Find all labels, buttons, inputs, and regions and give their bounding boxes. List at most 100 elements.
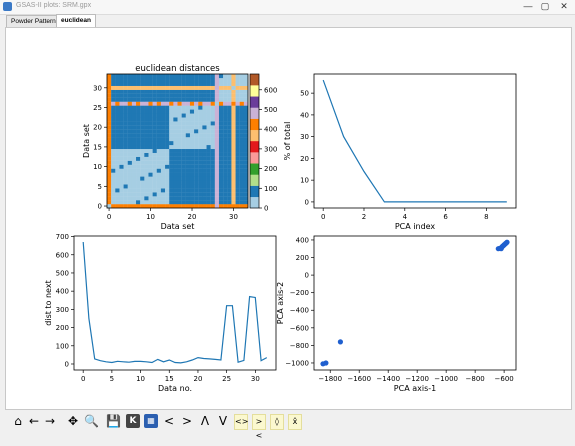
heatmap-cell [239, 168, 245, 173]
heatmap-cell [119, 176, 124, 181]
k-icon[interactable]: K [126, 414, 140, 428]
x-tick-label: 10 [146, 213, 155, 221]
shift-left-icon[interactable]: < [162, 414, 176, 428]
back-icon[interactable]: ← [27, 414, 41, 428]
colorbar-tick-label: 500 [264, 106, 277, 114]
maximize-icon[interactable]: ▢ [537, 1, 553, 12]
heatmap-cell [177, 101, 182, 106]
heatmap-cell [235, 113, 240, 118]
heatmap-cell [239, 176, 245, 181]
heatmap-cell [181, 156, 186, 161]
heatmap-cell [239, 97, 245, 102]
heatmap-cell [210, 129, 215, 134]
heatmap-cell [185, 133, 191, 138]
heatmap-cell [198, 152, 203, 157]
heatmap-cell [218, 137, 224, 142]
heatmap-cell [156, 81, 162, 86]
heatmap-cell [227, 105, 232, 110]
heatmap-cell [156, 156, 162, 161]
heatmap-cell [144, 105, 149, 110]
heatmap-cell [144, 137, 149, 142]
heatmap-cell [223, 180, 228, 185]
y-tick-label: 10 [300, 177, 309, 185]
minimize-icon[interactable]: — [520, 1, 536, 12]
heatmap-cell [160, 93, 166, 98]
heatmap-cell [214, 192, 220, 197]
image-icon[interactable]: ▦ [144, 414, 158, 428]
heatmap-cell [169, 172, 174, 177]
heatmap-cell [239, 204, 245, 209]
heatmap-cell [239, 113, 245, 118]
y-tick-label: 100 [56, 342, 69, 350]
heatmap-cell [218, 133, 224, 138]
heatmap-cell [185, 180, 191, 185]
heatmap-cell [165, 180, 170, 185]
save-icon[interactable]: 💾 [106, 414, 121, 428]
heatmap-cell [243, 93, 249, 98]
heatmap-cell [202, 164, 207, 169]
shift-down-icon[interactable]: V [216, 414, 230, 428]
heatmap-cell [214, 81, 220, 86]
heatmap-cell [198, 121, 203, 126]
heatmap-cell [107, 204, 112, 209]
heatmap-cell [111, 117, 116, 122]
heatmap-cell [177, 176, 182, 181]
heatmap-cell [206, 164, 211, 169]
heatmap-cell [136, 113, 141, 118]
zoom-icon[interactable]: 🔍 [84, 414, 99, 428]
heatmap-cell [185, 89, 191, 94]
pan-icon[interactable]: ✥ [66, 414, 80, 428]
heatmap-cell [223, 81, 228, 86]
expand-x-icon[interactable]: <> [234, 414, 248, 430]
heatmap-cell [231, 113, 236, 118]
shrink-x-icon[interactable]: >< [252, 414, 266, 440]
heatmap-cell [189, 156, 195, 161]
heatmap-cell [235, 192, 240, 197]
heatmap-cell [160, 152, 166, 157]
close-icon[interactable]: ✕ [556, 1, 572, 12]
heatmap-cell [235, 176, 240, 181]
heatmap-cell [210, 81, 215, 86]
heatmap-cell [165, 148, 170, 153]
home-icon[interactable]: ⌂ [11, 414, 25, 428]
heatmap-cell [218, 117, 224, 122]
heatmap-cell [156, 141, 162, 146]
shrink-y-icon[interactable]: x̂ [288, 414, 302, 430]
heatmap-cell [140, 144, 145, 150]
heatmap-cell [169, 85, 174, 90]
shift-up-icon[interactable]: Λ [198, 414, 212, 428]
heatmap-cell [123, 176, 128, 181]
heatmap-cell [115, 176, 120, 181]
heatmap-cell [115, 81, 120, 86]
heatmap-cell [243, 164, 249, 169]
heatmap-cell [185, 204, 191, 209]
heatmap-cell [202, 117, 207, 122]
tab-euclidean[interactable]: euclidean [56, 14, 96, 27]
heatmap-cell [214, 77, 220, 83]
heatmap-cell [194, 125, 199, 130]
heatmap-cell [231, 180, 236, 185]
heatmap-cell [136, 196, 141, 201]
heatmap-cell [127, 172, 133, 177]
shift-right-icon[interactable]: > [180, 414, 194, 428]
x-tick-label: −800 [466, 375, 485, 383]
heatmap-cell [119, 121, 124, 126]
heatmap-cell [156, 121, 162, 126]
heatmap-cell [127, 81, 133, 86]
heatmap-cell [140, 200, 145, 205]
heatmap-cell [156, 180, 162, 185]
heatmap-cell [223, 188, 228, 193]
forward-icon[interactable]: → [43, 414, 57, 428]
heatmap-cell [206, 129, 211, 134]
heatmap-cell [160, 97, 166, 102]
heatmap-cell [107, 74, 112, 79]
heatmap-cell [165, 81, 170, 86]
heatmap-cell [160, 109, 166, 114]
heatmap-cell [144, 109, 149, 114]
figure-canvas[interactable]: 0 10 20 30051015202530euclidean distancesDa… [6, 28, 571, 409]
heatmap-cell [235, 148, 240, 153]
heatmap-cell [148, 168, 153, 173]
expand-y-icon[interactable]: ◊ [270, 414, 284, 430]
heatmap-cell [140, 176, 145, 181]
heatmap-cell [206, 97, 211, 102]
